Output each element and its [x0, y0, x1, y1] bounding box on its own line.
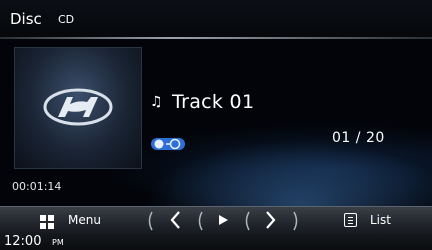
source-title: Disc [10, 10, 42, 28]
next-track-button[interactable] [252, 207, 288, 235]
list-button[interactable]: List [330, 207, 420, 235]
track-number: 01 [332, 130, 351, 146]
elapsed-time: 00:01:14 [12, 180, 62, 193]
menu-button[interactable]: Menu [28, 207, 118, 235]
now-playing-panel: 00:01:14 ♫ Track 01 01 / 20 [0, 39, 432, 206]
play-icon [205, 210, 241, 234]
bracket-divider [146, 211, 154, 231]
bracket-divider [196, 211, 204, 231]
list-label: List [370, 213, 391, 227]
track-title: Track 01 [172, 91, 255, 113]
hyundai-logo [43, 88, 113, 126]
header-bar: Disc CD [0, 0, 432, 39]
track-counter: 01 / 20 [332, 130, 385, 146]
track-separator: / [355, 130, 361, 146]
status-bar: 12:00 PM [0, 234, 432, 250]
bracket-divider [243, 211, 251, 231]
menu-label: Menu [68, 213, 101, 227]
cd-player-screen: Disc CD 00:01:14 ♫ Track 01 01 / 20 Menu… [0, 0, 432, 250]
control-bar: Menu List [0, 206, 432, 235]
previous-track-button[interactable] [158, 207, 194, 235]
play-button[interactable] [205, 207, 241, 235]
source-subtitle: CD [58, 13, 75, 26]
grid-menu-icon [40, 214, 54, 229]
track-total: 20 [365, 130, 385, 146]
list-icon [344, 213, 357, 227]
bracket-divider [292, 211, 300, 231]
chevron-right-icon [252, 210, 288, 234]
album-art [14, 47, 142, 169]
clock: 12:00 [4, 234, 42, 249]
music-note-icon: ♫ [150, 94, 163, 110]
shuffle-repeat-icon[interactable] [150, 136, 186, 150]
chevron-left-icon [158, 210, 194, 234]
clock-ampm: PM [52, 238, 64, 247]
